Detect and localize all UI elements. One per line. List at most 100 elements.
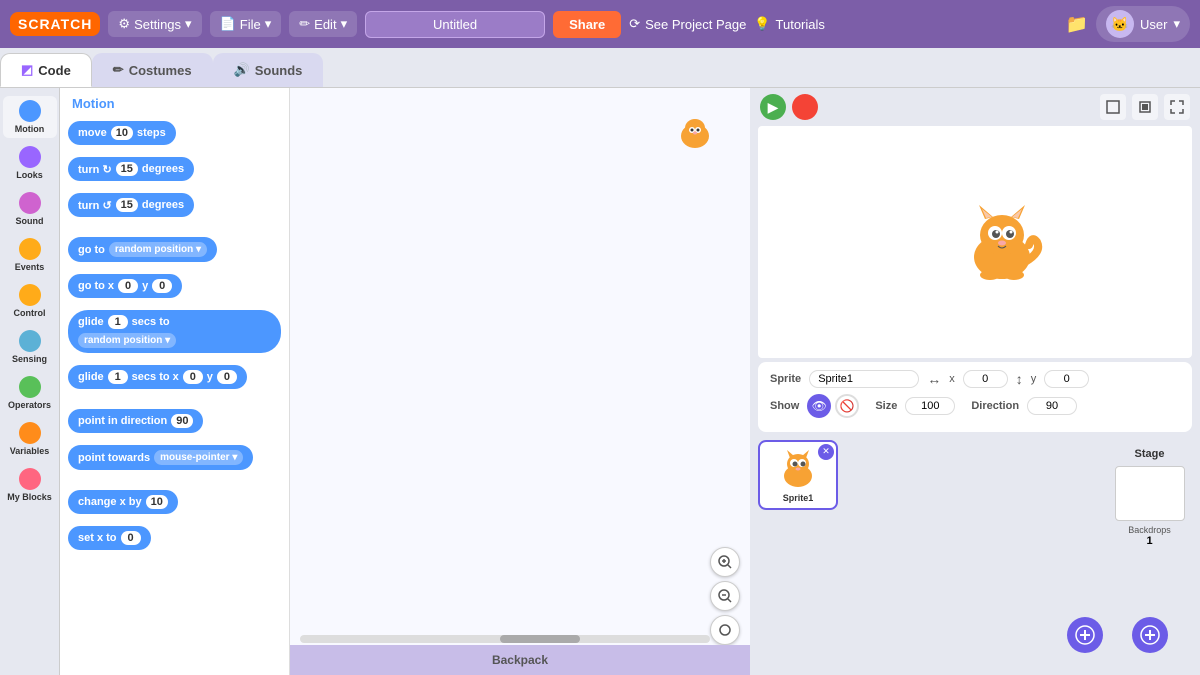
folder-button[interactable]: 📁 <box>1066 14 1088 35</box>
add-sprite-button[interactable] <box>1067 617 1103 653</box>
stage-fullscreen-button[interactable] <box>1164 94 1190 120</box>
scripting-area[interactable]: Backpack <box>290 88 750 675</box>
tutorials-button[interactable]: 💡 Tutorials <box>754 16 825 32</box>
block-move-shape[interactable]: move 10 steps <box>68 121 176 145</box>
main-layout: Motion Looks Sound Events Control Sensin… <box>0 88 1200 675</box>
scratch-logo[interactable]: SCRATCH <box>10 12 100 36</box>
block-turn-cw-shape[interactable]: turn ↻ 15 degrees <box>68 157 194 181</box>
tab-sounds[interactable]: 🔊 Sounds <box>213 53 324 87</box>
block-goto-dropdown[interactable]: random position ▾ <box>109 242 207 257</box>
zoom-in-icon <box>718 555 732 569</box>
add-backdrop-button[interactable] <box>1132 617 1168 653</box>
sidebar-item-control[interactable]: Control <box>3 280 57 322</box>
direction-input[interactable] <box>1027 397 1077 415</box>
zoom-out-button[interactable] <box>710 581 740 611</box>
user-button[interactable]: 🐱 User ▾ <box>1096 6 1190 42</box>
sprite-name-input[interactable] <box>809 370 919 388</box>
block-goto-y-input[interactable]: 0 <box>152 279 172 293</box>
motion-label: Motion <box>15 124 45 134</box>
block-point-dir[interactable]: point in direction 90 <box>68 409 281 439</box>
block-glide-xy-secs[interactable]: 1 <box>108 370 128 384</box>
block-goto-x-input[interactable]: 0 <box>118 279 138 293</box>
block-change-x[interactable]: change x by 10 <box>68 490 281 520</box>
block-glide-random-shape[interactable]: glide 1 secs to random position ▾ <box>68 310 281 353</box>
block-turn-cw[interactable]: turn ↻ 15 degrees <box>68 157 281 187</box>
sprite-item-sprite1[interactable]: ✕ Sprite1 <box>758 440 838 510</box>
sidebar-item-myblocks[interactable]: My Blocks <box>3 464 57 506</box>
block-glide-xy-x[interactable]: 0 <box>183 370 203 384</box>
block-glide-xy-y[interactable]: 0 <box>217 370 237 384</box>
sound-dot <box>19 192 41 214</box>
stop-button[interactable] <box>792 94 818 120</box>
green-flag-button[interactable]: ▶ <box>760 94 786 120</box>
backpack-bar[interactable]: Backpack <box>290 645 750 675</box>
zoom-in-button[interactable] <box>710 547 740 577</box>
block-change-x-shape[interactable]: change x by 10 <box>68 490 178 514</box>
stage-small-view-button[interactable] <box>1132 94 1158 120</box>
looks-label: Looks <box>16 170 43 180</box>
block-turn-ccw[interactable]: turn ↺ 15 degrees <box>68 193 281 223</box>
show-toggle: 👁 🚫 <box>807 394 859 418</box>
size-input[interactable] <box>905 397 955 415</box>
block-turn-cw-input[interactable]: 15 <box>116 162 138 176</box>
block-point-dir-input[interactable]: 90 <box>171 414 193 428</box>
block-goto-random-shape[interactable]: go to random position ▾ <box>68 237 217 262</box>
looks-dot <box>19 146 41 168</box>
sidebar-item-variables[interactable]: Variables <box>3 418 57 460</box>
sidebar-item-operators[interactable]: Operators <box>3 372 57 414</box>
block-move[interactable]: move 10 steps <box>68 121 281 151</box>
sprite-name-label: Sprite <box>770 373 801 385</box>
block-glide-secs-input[interactable]: 1 <box>108 315 128 329</box>
block-glide-dropdown[interactable]: random position ▾ <box>78 333 176 348</box>
sprite-info-panel: Sprite ↔ x ↕ y Show 👁 🚫 Size Direction <box>758 362 1192 432</box>
block-glide-random[interactable]: glide 1 secs to random position ▾ <box>68 310 281 359</box>
myblocks-label: My Blocks <box>7 492 52 502</box>
sidebar-item-motion[interactable]: Motion <box>3 96 57 138</box>
horizontal-scrollbar[interactable] <box>300 635 710 643</box>
sprite-delete-button[interactable]: ✕ <box>818 444 834 460</box>
stage-backdrop-thumb[interactable] <box>1115 466 1185 521</box>
sidebar-item-sound[interactable]: Sound <box>3 188 57 230</box>
show-eye-button[interactable]: 👁 <box>807 394 831 418</box>
block-change-x-input[interactable]: 10 <box>146 495 168 509</box>
y-arrow-icon: ↕ <box>1016 371 1023 387</box>
sensing-label: Sensing <box>12 354 47 364</box>
project-title-input[interactable]: Untitled <box>365 11 545 38</box>
block-turn-ccw-shape[interactable]: turn ↺ 15 degrees <box>68 193 194 217</box>
block-goto-xy[interactable]: go to x 0 y 0 <box>68 274 281 304</box>
block-point-towards-shape[interactable]: point towards mouse-pointer ▾ <box>68 445 253 470</box>
sidebar-item-looks[interactable]: Looks <box>3 142 57 184</box>
y-value-input[interactable] <box>1044 370 1089 388</box>
block-goto-random[interactable]: go to random position ▾ <box>68 237 281 268</box>
stage-normal-view-button[interactable] <box>1100 94 1126 120</box>
share-button[interactable]: Share <box>553 11 621 38</box>
block-point-towards[interactable]: point towards mouse-pointer ▾ <box>68 445 281 476</box>
block-point-dir-shape[interactable]: point in direction 90 <box>68 409 203 433</box>
see-project-button[interactable]: ⟳ See Project Page <box>629 16 746 32</box>
sprite-list-area: ✕ Sprite1 <box>750 436 1200 675</box>
hide-eye-button[interactable]: 🚫 <box>835 394 859 418</box>
code-icon: ◩ <box>21 62 33 78</box>
block-goto-xy-shape[interactable]: go to x 0 y 0 <box>68 274 182 298</box>
tab-code[interactable]: ◩ Code <box>0 53 92 87</box>
block-move-input[interactable]: 10 <box>111 126 133 140</box>
x-label: x <box>949 373 955 385</box>
settings-button[interactable]: ⚙ Settings ▾ <box>108 11 201 37</box>
block-turn-ccw-input[interactable]: 15 <box>116 198 138 212</box>
backdrops-label: Backdrops <box>1128 525 1171 535</box>
x-value-input[interactable] <box>963 370 1008 388</box>
block-set-x[interactable]: set x to 0 <box>68 526 281 556</box>
horizontal-scroll-thumb[interactable] <box>500 635 580 643</box>
block-glide-xy-shape[interactable]: glide 1 secs to x 0 y 0 <box>68 365 247 389</box>
file-button[interactable]: 📄 File ▾ <box>210 11 282 37</box>
block-towards-dropdown[interactable]: mouse-pointer ▾ <box>154 450 243 465</box>
edit-button[interactable]: ✏ Edit ▾ <box>289 11 357 37</box>
block-glide-xy[interactable]: glide 1 secs to x 0 y 0 <box>68 365 281 395</box>
sidebar-item-sensing[interactable]: Sensing <box>3 326 57 368</box>
tab-costumes[interactable]: ✏ Costumes <box>92 53 213 87</box>
block-set-x-shape[interactable]: set x to 0 <box>68 526 151 550</box>
sidebar-item-events[interactable]: Events <box>3 234 57 276</box>
zoom-reset-button[interactable] <box>710 615 740 645</box>
add-backdrop-icon <box>1140 625 1160 645</box>
block-set-x-input[interactable]: 0 <box>121 531 141 545</box>
